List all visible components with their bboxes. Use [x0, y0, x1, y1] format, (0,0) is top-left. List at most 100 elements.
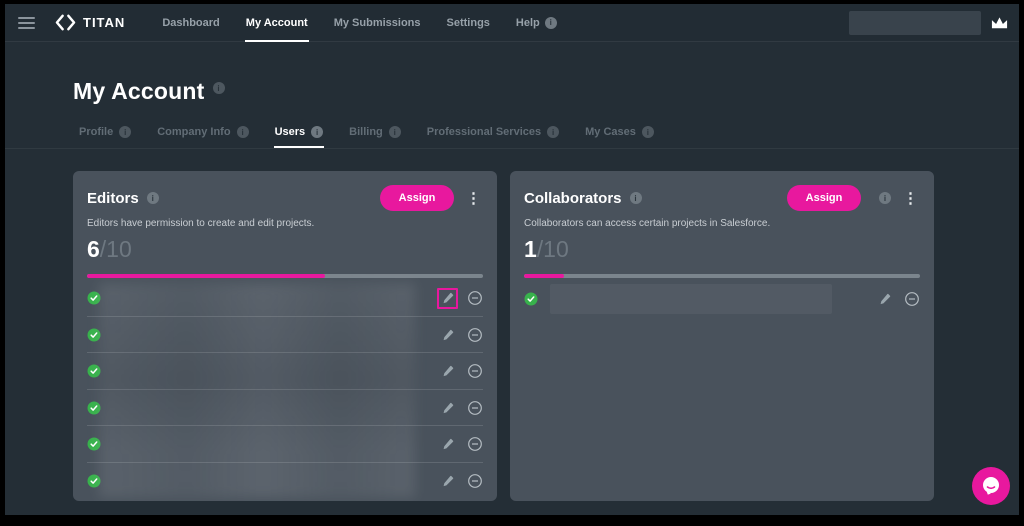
info-icon[interactable]: i	[547, 126, 559, 138]
active-check-icon	[87, 364, 101, 378]
active-check-icon	[87, 291, 101, 305]
tab-professional-services[interactable]: Professional Services i	[421, 126, 565, 148]
redacted-user-name	[550, 284, 832, 314]
tab-label: Users	[275, 126, 306, 138]
tab-label: Professional Services	[427, 126, 541, 138]
crown-icon	[989, 14, 1010, 32]
assign-button[interactable]: Assign	[787, 185, 861, 211]
user-row	[87, 353, 483, 390]
tab-billing[interactable]: Billing i	[343, 126, 407, 148]
seat-count: 6/10	[87, 237, 483, 262]
card-description: Collaborators can access certain project…	[524, 218, 920, 229]
chat-widget-button[interactable]	[972, 467, 1010, 505]
account-tabs: ProfileiCompany InfoiUsersiBillingiProfe…	[5, 105, 1019, 148]
nav-item-label: Settings	[447, 17, 490, 29]
tab-label: Billing	[349, 126, 383, 138]
tab-company-info[interactable]: Company Info i	[151, 126, 254, 148]
edit-icon[interactable]	[437, 471, 458, 492]
remove-icon[interactable]	[467, 327, 483, 343]
redacted-account-box[interactable]	[849, 11, 981, 35]
card-actions: Assign i ⋮	[787, 185, 920, 211]
user-row	[87, 317, 483, 354]
info-icon[interactable]: i	[119, 126, 131, 138]
edit-icon[interactable]	[437, 361, 458, 382]
active-check-icon	[87, 474, 101, 488]
info-icon[interactable]: i	[545, 17, 557, 29]
page-header: My Account i	[5, 42, 1019, 105]
card-title: Editors	[87, 190, 139, 207]
top-nav: DashboardMy Account My Submissions Setting…	[149, 4, 569, 42]
remove-icon[interactable]	[467, 290, 483, 306]
user-row	[87, 390, 483, 427]
tab-label: Company Info	[157, 126, 230, 138]
collaborators-card: Collaborators i Assign i ⋮ Collaborators…	[510, 171, 934, 501]
nav-item-my-submissions[interactable]: My Submissions	[321, 4, 434, 42]
seats-used: 6	[87, 236, 100, 262]
user-row	[87, 426, 483, 463]
top-bar: TITAN DashboardMy Account My Submissions S…	[5, 4, 1019, 42]
assign-button[interactable]: Assign	[380, 185, 454, 211]
nav-item-my-account[interactable]: My Account	[233, 4, 321, 42]
kebab-menu-icon[interactable]: ⋮	[901, 191, 920, 206]
row-actions	[437, 288, 483, 309]
row-actions	[437, 361, 483, 382]
remove-icon[interactable]	[904, 291, 920, 307]
user-row	[524, 280, 920, 317]
seats-progress-bar	[524, 274, 920, 278]
nav-item-settings[interactable]: Settings	[434, 4, 503, 42]
tab-label: My Cases	[585, 126, 636, 138]
info-icon[interactable]: i	[237, 126, 249, 138]
edit-icon[interactable]	[437, 324, 458, 345]
row-actions	[437, 434, 483, 455]
edit-icon[interactable]	[874, 288, 895, 309]
seats-used: 1	[524, 236, 537, 262]
info-icon[interactable]: i	[213, 82, 225, 94]
active-check-icon	[87, 437, 101, 451]
info-icon[interactable]: i	[879, 192, 891, 204]
info-icon[interactable]: i	[642, 126, 654, 138]
nav-item-help[interactable]: Helpi	[503, 4, 570, 42]
user-row	[87, 463, 483, 500]
remove-icon[interactable]	[467, 473, 483, 489]
row-actions	[437, 324, 483, 345]
remove-icon[interactable]	[467, 363, 483, 379]
card-header: Editors i Assign ⋮	[87, 185, 483, 211]
nav-item-dashboard[interactable]: Dashboard	[149, 4, 232, 42]
row-actions	[874, 288, 920, 309]
card-header: Collaborators i Assign i ⋮	[524, 185, 920, 211]
brand-name: TITAN	[83, 15, 125, 30]
row-actions	[437, 397, 483, 418]
kebab-menu-icon[interactable]: ⋮	[464, 191, 483, 206]
card-title: Collaborators	[524, 190, 622, 207]
info-icon[interactable]: i	[147, 192, 159, 204]
remove-icon[interactable]	[467, 436, 483, 452]
edit-icon[interactable]	[437, 434, 458, 455]
user-rows	[524, 280, 920, 317]
nav-item-label: My Submissions	[334, 17, 421, 29]
titan-logo-icon	[55, 13, 76, 32]
editors-card: Editors i Assign ⋮ Editors have permissi…	[73, 171, 497, 501]
edit-icon[interactable]	[437, 397, 458, 418]
tab-label: Profile	[79, 126, 113, 138]
hamburger-menu-icon[interactable]	[18, 17, 35, 29]
edit-icon[interactable]	[437, 288, 458, 309]
brand[interactable]: TITAN	[55, 13, 125, 32]
cards-section: Editors i Assign ⋮ Editors have permissi…	[5, 149, 1019, 501]
card-description: Editors have permission to create and ed…	[87, 218, 483, 229]
card-actions: Assign ⋮	[380, 185, 483, 211]
page-title: My Account	[73, 78, 205, 105]
tab-profile[interactable]: Profile i	[73, 126, 137, 148]
remove-icon[interactable]	[467, 400, 483, 416]
active-check-icon	[87, 328, 101, 342]
info-icon[interactable]: i	[389, 126, 401, 138]
seats-progress-bar	[87, 274, 483, 278]
info-icon[interactable]: i	[630, 192, 642, 204]
active-check-icon	[524, 292, 538, 306]
tab-my-cases[interactable]: My Cases i	[579, 126, 660, 148]
tab-users[interactable]: Usersi	[269, 126, 330, 148]
nav-item-label: Help	[516, 17, 540, 29]
info-icon[interactable]: i	[311, 126, 323, 138]
seats-progress-fill	[524, 274, 564, 278]
topbar-right	[849, 11, 1019, 35]
row-actions	[437, 471, 483, 492]
